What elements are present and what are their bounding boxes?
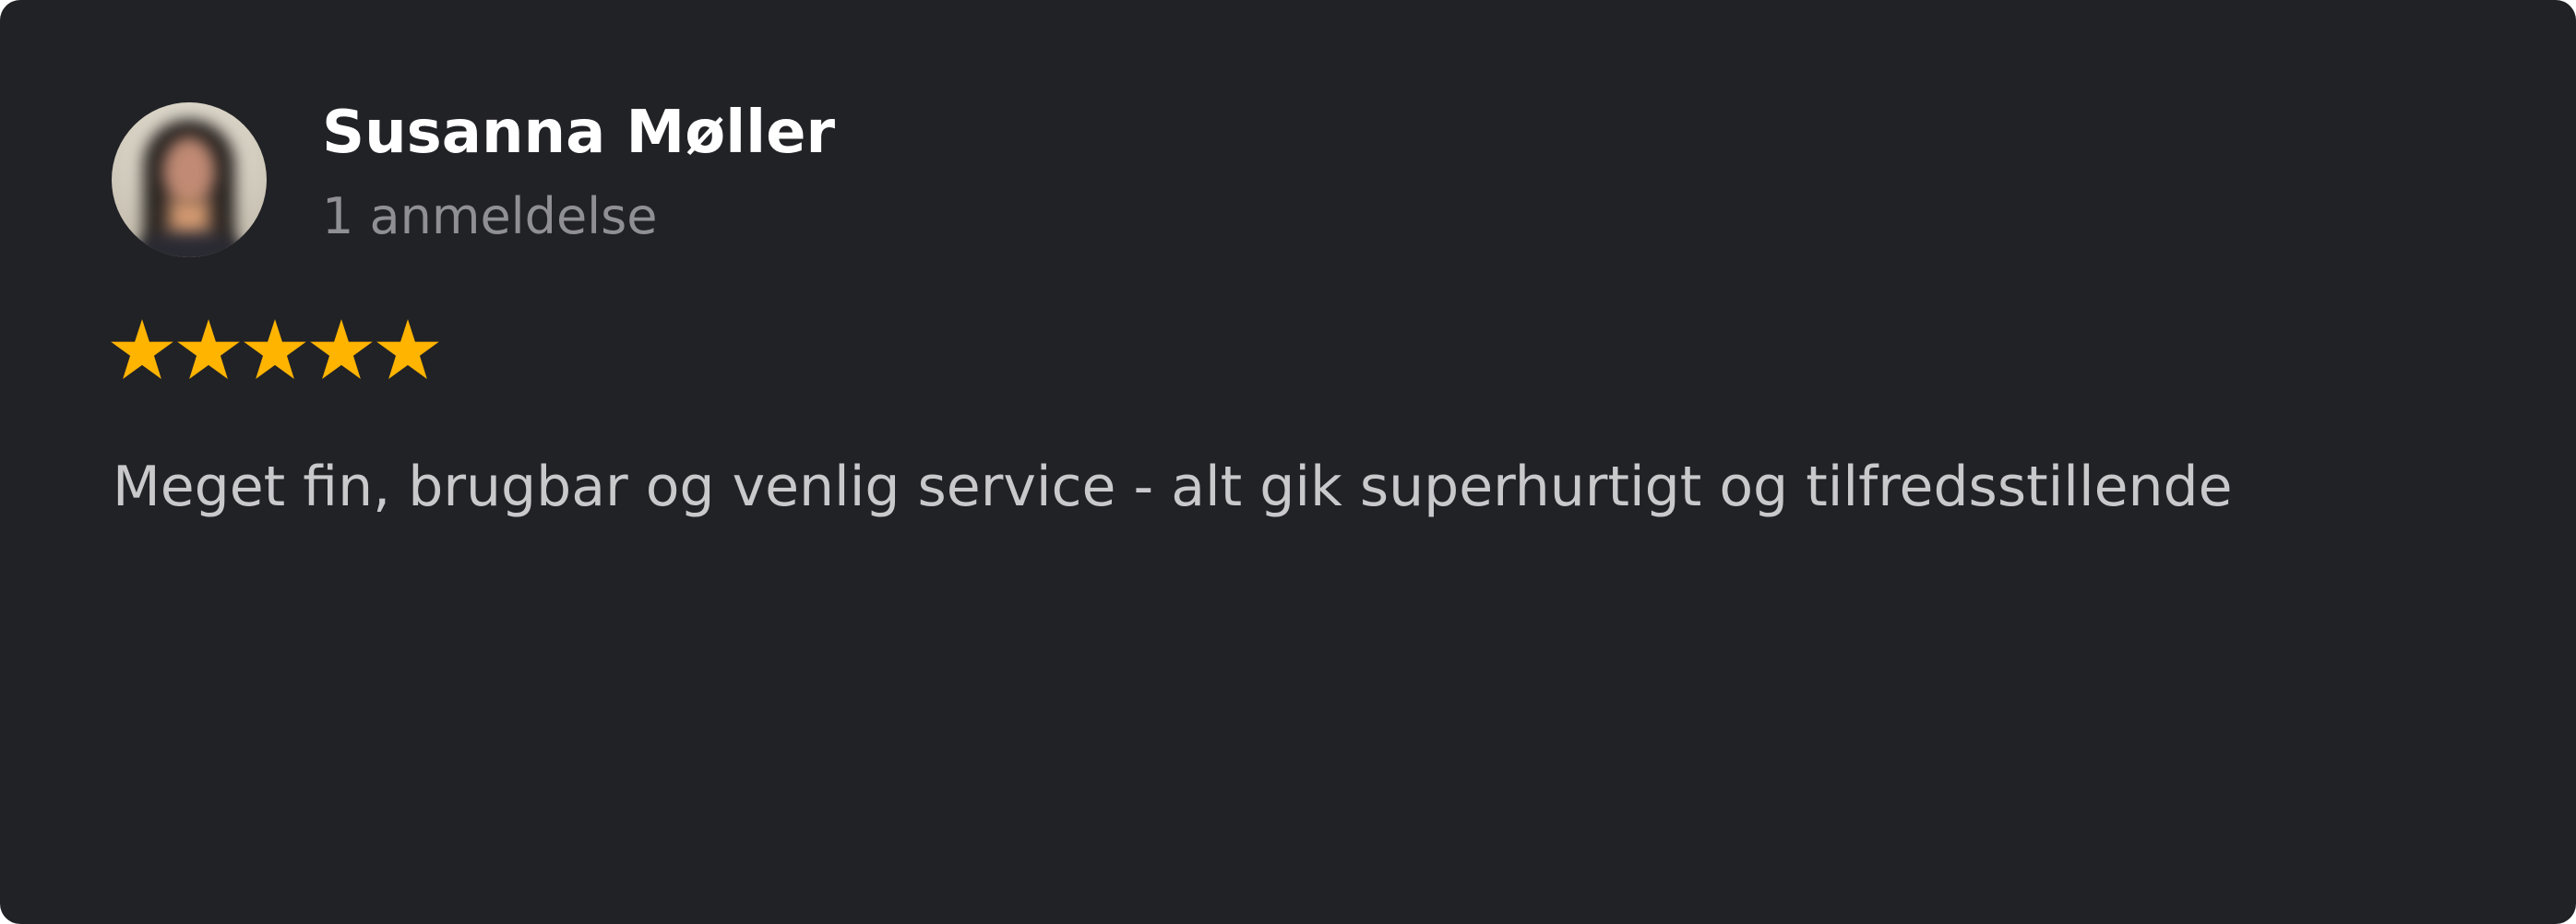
review-text: Meget fin, brugbar og venlig service - a…: [113, 455, 2233, 519]
reviewer-review-count: 1 anmeldelse: [322, 187, 658, 245]
star-icon: [111, 319, 173, 379]
star-icon: [376, 319, 439, 379]
avatar-shoulders: [119, 231, 259, 257]
reviewer-name: Susanna Møller: [322, 99, 836, 167]
star-rating: [109, 317, 441, 384]
avatar: [112, 102, 267, 257]
star-icon: [177, 319, 240, 379]
avatar-face: [163, 137, 215, 206]
star-icon: [310, 319, 373, 379]
review-card: Susanna Møller 1 anmeldelse Meget fin, b…: [0, 0, 2576, 924]
star-icon: [244, 319, 306, 379]
